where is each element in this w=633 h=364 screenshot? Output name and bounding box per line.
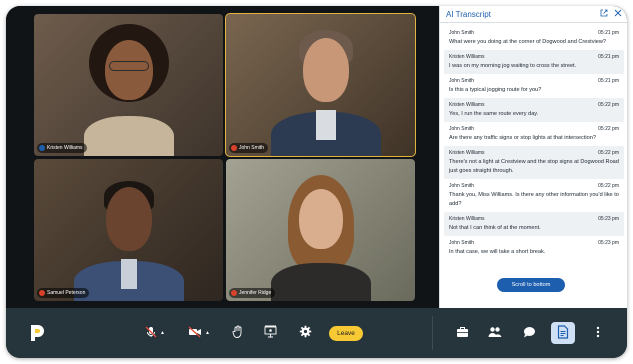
briefcase-button[interactable] [454,325,470,341]
transcript-panel: AI Transcript John Smith 05:21 pm What we… [439,6,627,308]
transcript-message: Kristen Williams 05:22 pm Yes, I run the … [444,98,624,122]
briefcase-icon [456,326,469,341]
participant-name: Jennifer Ridge [239,290,272,296]
message-time: 05:22 pm [598,150,619,156]
message-time: 05:22 pm [598,183,619,189]
scroll-to-bottom-button[interactable]: Scroll to bottom [497,278,565,292]
meeting-toolbar: ▲ ▲ Leave [6,308,627,358]
video-tile-jennifer-ridge[interactable]: Jennifer Ridge [226,159,415,301]
transcript-document-icon [557,324,569,342]
more-options-button[interactable] [593,325,603,341]
transcript-message: Kristen Williams 05:21 pm I was on my mor… [444,50,624,74]
chat-button[interactable] [521,325,537,341]
participant-name-tag: Jennifer Ridge [229,288,276,298]
message-speaker: John Smith [449,183,475,189]
message-text: Thank you, Miss Williams. Is there any o… [449,192,619,207]
message-speaker: John Smith [449,126,475,132]
message-time: 05:23 pm [598,240,619,246]
chat-bubble-icon [523,326,536,341]
leave-button[interactable]: Leave [329,326,363,341]
transcript-title: AI Transcript [446,9,491,19]
raise-hand-button[interactable] [230,325,246,341]
transcript-header: AI Transcript [440,6,627,23]
app-logo [27,323,47,343]
message-text: What were you doing at the corner of Dog… [449,39,607,45]
video-stage: Kristen Williams John Smith Samuel Peter… [6,6,627,308]
message-text: In that case, we will take a short break… [449,249,546,255]
participant-figure [266,169,376,301]
presentation-icon [264,325,277,341]
microphone-toggle[interactable]: ▲ [141,325,169,341]
video-tile-samuel-peterson[interactable]: Samuel Peterson [34,159,223,301]
participants-button[interactable] [487,325,503,341]
participant-figure [79,24,179,156]
message-text: Is this a typical jogging route for you? [449,87,542,93]
mic-muted-icon [231,290,237,296]
people-icon [488,326,502,341]
message-text: Yes, I run the same route every day. [449,111,539,117]
participant-figure [74,169,184,301]
mic-muted-icon [145,326,157,341]
message-speaker: John Smith [449,240,475,246]
message-speaker: Kristen Williams [449,216,485,222]
participant-name-tag: Kristen Williams [37,143,87,153]
participant-figure [271,22,381,156]
message-time: 05:22 pm [598,126,619,132]
message-time: 05:21 pm [598,30,619,36]
camera-toggle[interactable]: ▲ [184,325,214,341]
toolbar-divider [432,316,433,350]
participant-name: John Smith [239,145,265,151]
participant-name: Samuel Peterson [47,290,86,296]
participant-name-tag: John Smith [229,143,269,153]
participant-name: Kristen Williams [47,145,83,151]
close-icon[interactable] [614,9,622,19]
message-text: There's not a light at Crestview and the… [449,159,619,174]
message-speaker: Kristen Williams [449,102,485,108]
transcript-message: John Smith 05:21 pm Is this a typical jog… [444,74,624,98]
message-time: 05:21 pm [598,78,619,84]
transcript-message: John Smith 05:22 pm Are there any traffic… [444,122,624,146]
participant-name-tag: Samuel Peterson [37,288,90,298]
video-tile-john-smith[interactable]: John Smith [225,13,416,157]
mic-muted-icon [39,290,45,296]
message-speaker: Kristen Williams [449,150,485,156]
message-speaker: John Smith [449,78,475,84]
message-text: I was on my morning jog waiting to cross… [449,63,577,69]
gear-icon [299,325,312,341]
message-speaker: John Smith [449,30,475,36]
transcript-message: John Smith 05:23 pm In that case, we will… [444,236,624,260]
pop-out-icon[interactable] [600,9,608,19]
video-tile-kristen-williams[interactable]: Kristen Williams [34,14,223,156]
transcript-message: Kristen Williams 05:22 pm There's not a l… [444,146,624,179]
caret-up-icon[interactable]: ▲ [205,330,210,336]
camera-off-icon [188,326,202,341]
message-time: 05:21 pm [598,54,619,60]
meeting-window: Kristen Williams John Smith Samuel Peter… [6,6,627,358]
settings-button[interactable] [297,325,313,341]
message-time: 05:22 pm [598,102,619,108]
mic-muted-icon [231,145,237,151]
vertical-ellipsis-icon [596,326,600,341]
presentation-button[interactable] [262,325,278,341]
hand-icon [232,325,244,341]
message-time: 05:23 pm [598,216,619,222]
transcript-message: John Smith 05:21 pm What were you doing a… [444,26,624,50]
message-text: Not that I can think of at the moment. [449,225,541,231]
caret-up-icon[interactable]: ▲ [160,330,165,336]
message-speaker: Kristen Williams [449,54,485,60]
transcript-message: John Smith 05:22 pm Thank you, Miss Willi… [444,179,624,212]
transcript-message: Kristen Williams 05:23 pm Not that I can … [444,212,624,236]
message-text: Are there any traffic signs or stop ligh… [449,135,596,141]
transcript-button[interactable] [555,324,571,342]
transcript-message-list[interactable]: John Smith 05:21 pm What were you doing a… [444,26,624,306]
mic-on-icon [39,145,45,151]
